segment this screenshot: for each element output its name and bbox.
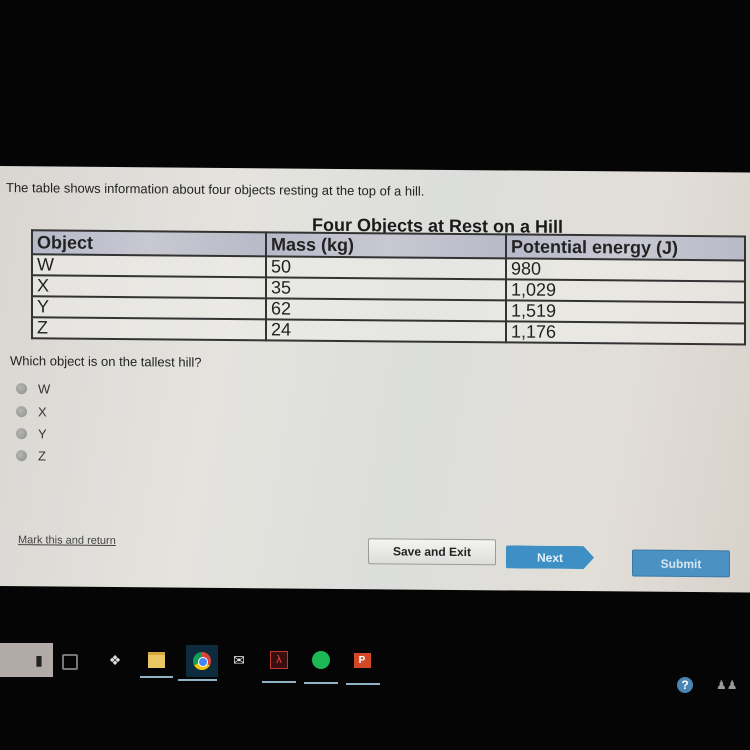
cell-object: Y [32,296,266,320]
cell-mass: 24 [266,319,506,343]
active-indicator [346,683,380,685]
header-potential-energy: Potential energy (J) [506,234,745,261]
taskbar: ▮ ❖ ✉ λ P [0,643,750,688]
cell-energy: 1,176 [506,321,745,345]
acrobat-icon[interactable]: λ [268,649,290,671]
cell-mass: 50 [266,256,506,280]
save-and-exit-button[interactable]: Save and Exit [368,538,496,566]
radio-button[interactable] [16,406,27,418]
microphone-icon[interactable]: ▮ [28,649,50,671]
question-prompt: The table shows information about four o… [6,180,425,199]
option-label: Y [38,426,47,442]
next-button[interactable]: Next [506,545,594,569]
spotify-icon[interactable] [310,649,332,671]
cell-object: Z [32,317,266,341]
help-icon[interactable]: ? [677,677,693,693]
question-text: Which object is on the tallest hill? [10,353,202,370]
chrome-icon[interactable] [186,645,218,677]
active-indicator [262,681,296,683]
radio-button[interactable] [16,450,27,462]
option-label: X [38,404,47,420]
option-w[interactable]: W [16,381,50,396]
cell-object: X [32,275,266,299]
option-z[interactable]: Z [16,448,46,463]
active-indicator [304,682,338,684]
dropbox-icon[interactable]: ❖ [104,649,126,671]
radio-button[interactable] [16,383,27,395]
cell-mass: 35 [266,277,506,301]
option-label: W [38,381,51,397]
file-explorer-icon[interactable] [145,649,167,671]
cell-energy: 1,029 [506,279,745,303]
active-indicator [140,676,173,678]
option-y[interactable]: Y [16,426,47,441]
cell-mass: 62 [266,298,506,322]
task-view-icon[interactable] [62,654,78,670]
people-icon[interactable]: ♟♟ [716,678,738,692]
cell-energy: 980 [506,258,745,282]
radio-button[interactable] [16,428,27,440]
cell-object: W [32,254,266,278]
cell-energy: 1,519 [506,300,745,324]
mark-and-return-link[interactable]: Mark this and return [18,534,116,547]
browser-content: The table shows information about four o… [0,166,750,593]
header-object: Object [32,230,266,257]
option-label: Z [38,448,46,464]
option-x[interactable]: X [16,404,47,419]
data-table: Object Mass (kg) Potential energy (J) W … [31,229,746,345]
powerpoint-icon[interactable]: P [351,649,373,671]
active-indicator [178,679,217,681]
taskbar-search[interactable]: ▮ [0,643,53,677]
header-mass: Mass (kg) [266,232,506,259]
submit-button[interactable]: Submit [632,549,730,578]
mail-icon[interactable]: ✉ [228,649,250,671]
